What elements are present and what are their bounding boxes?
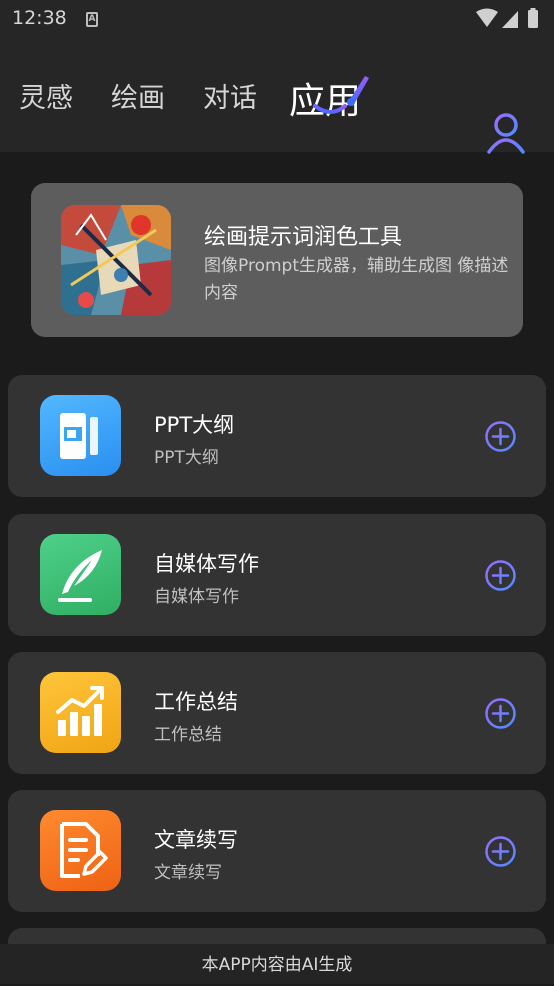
document-edit-icon [40,810,121,891]
add-circle-icon[interactable] [484,420,517,453]
feature-description: 图像Prompt生成器，辅助生成图 像描述内容 [204,256,509,303]
app-card-article-continue[interactable]: 文章续写 文章续写 [8,790,546,912]
feature-title: 绘画提示词润色工具 [204,225,403,250]
ai-disclaimer-footer: 本APP内容由AI生成 [0,944,554,984]
add-circle-icon[interactable] [484,559,517,592]
signal-icon [502,11,518,28]
abstract-painting-thumbnail [61,205,171,315]
active-tab-brush-icon [313,76,369,114]
tab-inspiration[interactable]: 灵感 [19,76,73,115]
user-profile-icon[interactable] [486,112,526,156]
app-subtitle: 工作总结 [154,725,222,745]
ppt-icon [40,395,121,476]
feature-card-prompt-tool[interactable]: 绘画提示词润色工具 图像Prompt生成器，辅助生成图 像描述内容 [31,183,523,337]
status-time: 12:38 [12,7,67,29]
app-title: PPT大纲 [154,413,235,437]
app-card-media-writing[interactable]: 自媒体写作 自媒体写作 [8,514,546,636]
app-subtitle: 文章续写 [154,863,222,883]
app-title: 工作总结 [154,690,238,714]
status-bar: 12:38 A [0,0,554,38]
app-title: 自媒体写作 [154,552,259,576]
top-nav: 灵感 绘画 对话 应用 [0,38,554,154]
battery-icon [528,10,538,28]
app-card-work-summary[interactable]: 工作总结 工作总结 [8,652,546,774]
app-subtitle: PPT大纲 [154,448,219,468]
notification-a-icon: A [86,12,98,27]
add-circle-icon[interactable] [484,697,517,730]
tab-chat[interactable]: 对话 [203,76,257,115]
app-subtitle: 自媒体写作 [154,587,239,607]
chart-icon [40,672,121,753]
wifi-icon [476,8,498,27]
status-indicators-icon [476,8,538,28]
add-circle-icon[interactable] [484,835,517,868]
feather-icon [40,534,121,615]
tab-drawing[interactable]: 绘画 [111,76,165,115]
app-title: 文章续写 [154,828,238,852]
app-card-ppt-outline[interactable]: PPT大纲 PPT大纲 [8,375,546,497]
